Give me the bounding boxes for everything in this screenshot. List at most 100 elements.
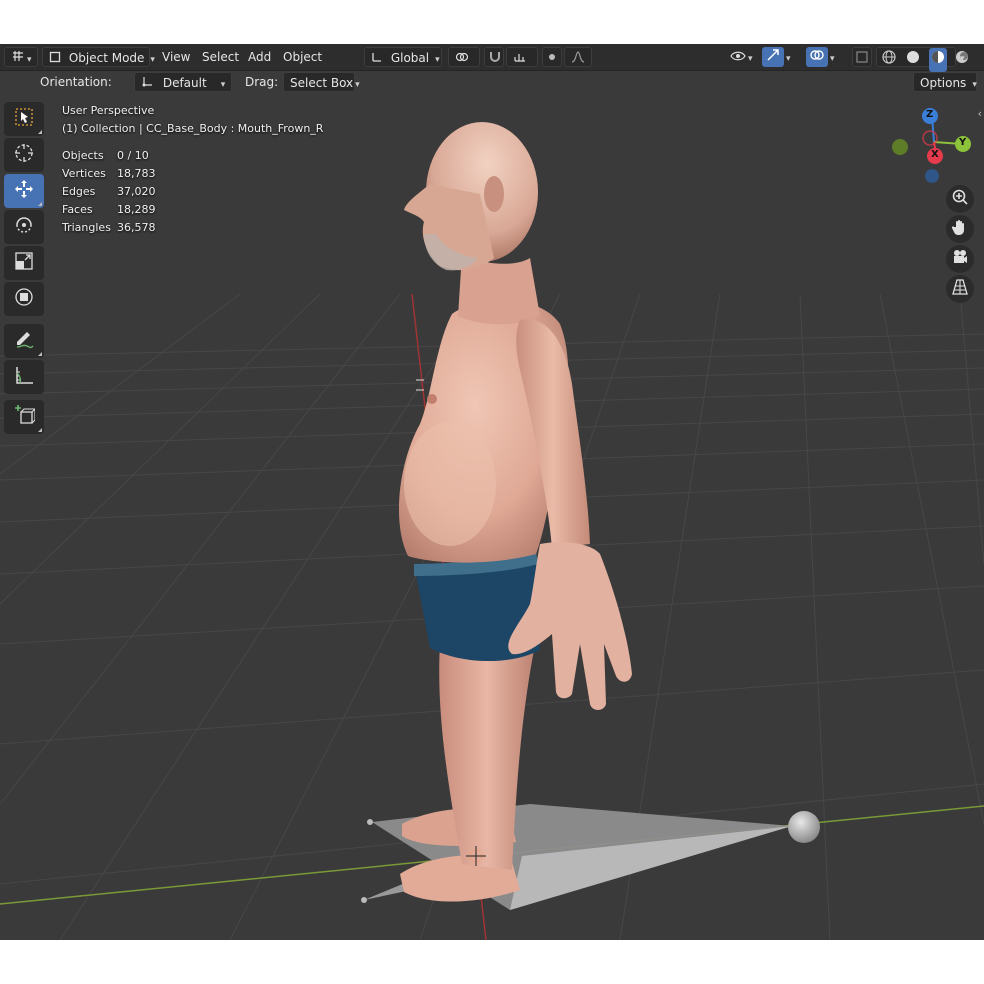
tool-transform[interactable] — [4, 282, 44, 316]
shading-mode-group — [876, 47, 969, 72]
scene-statistics: Objects 0 / 10 Vertices 18,783 Edges 37,020… — [62, 147, 323, 237]
options-dropdown[interactable]: Options ▾ — [913, 72, 977, 92]
overlay-options-dropdown[interactable]: ▾ — [828, 47, 842, 67]
sidebar-toggle-arrow[interactable]: ‹ — [978, 107, 982, 120]
viewport-header: ▾ Object Mode ▾ View Select Add Object Gl… — [0, 44, 984, 72]
tool-add-cube[interactable] — [4, 400, 44, 434]
menu-add[interactable]: Add — [242, 47, 277, 67]
rotate-icon — [13, 214, 35, 240]
orientation-label: Global — [390, 51, 430, 65]
tool-rotate[interactable] — [4, 210, 44, 244]
camera-view-button[interactable] — [946, 245, 974, 273]
stat-row: Triangles 36,578 — [62, 219, 323, 237]
tool-annotate[interactable] — [4, 324, 44, 358]
drag-field-label: Drag: — [245, 75, 279, 89]
mode-dropdown[interactable]: Object Mode ▾ — [42, 47, 155, 69]
annotate-icon — [13, 328, 35, 354]
stat-value: 36,578 — [117, 221, 156, 234]
stat-label: Faces — [62, 203, 93, 216]
orientation-dropdown[interactable]: Default ▾ — [134, 72, 232, 92]
gizmo-arrow-icon — [765, 47, 781, 69]
gizmo-x-label: X — [931, 149, 939, 160]
gizmo-neg-x — [922, 130, 938, 146]
tool-cursor[interactable] — [4, 138, 44, 172]
lamp-sphere — [788, 811, 820, 843]
scale-icon — [13, 250, 35, 276]
snap-toggle[interactable] — [484, 47, 504, 67]
stat-value: 18,783 — [117, 167, 156, 180]
select-box-icon — [13, 106, 35, 132]
tool-settings-header: Orientation: Default ▾ Drag: Select Box ▾ … — [0, 70, 984, 94]
proportional-falloff-dropdown[interactable] — [564, 47, 592, 67]
character-mesh — [398, 122, 632, 902]
blender-window: ▾ Object Mode ▾ View Select Add Object Gl… — [0, 44, 984, 940]
stat-value: 37,020 — [117, 185, 156, 198]
tool-move[interactable] — [4, 174, 44, 208]
orientation-field-label: Orientation: — [40, 75, 112, 89]
camera-icon — [951, 248, 969, 270]
overlay-circles-icon — [809, 47, 825, 69]
options-label: Options — [920, 76, 967, 90]
transform-orientation-dropdown[interactable]: Global ▾ — [364, 47, 442, 67]
stat-label: Objects — [62, 149, 104, 162]
tool-select-box[interactable] — [4, 102, 44, 136]
tool-measure[interactable] — [4, 360, 44, 394]
proportional-edit-toggle[interactable] — [542, 47, 562, 67]
pan-button[interactable] — [946, 215, 974, 243]
gizmo-y-label: Y — [959, 137, 967, 148]
navigation-gizmo[interactable]: Z Y X — [888, 102, 978, 192]
wireframe-shading-icon[interactable] — [881, 49, 897, 71]
zoom-icon — [951, 188, 969, 210]
stat-label: Vertices — [62, 167, 106, 180]
proportional-falloff-icon — [571, 49, 585, 69]
gizmo-z-label: Z — [926, 109, 934, 120]
collection-info: (1) Collection | CC_Base_Body : Mouth_Fr… — [62, 122, 324, 135]
snap-increment-icon — [513, 49, 527, 69]
pivot-point-dropdown[interactable] — [448, 47, 480, 67]
editor-type-button[interactable]: ▾ — [4, 47, 38, 67]
snap-target-dropdown[interactable] — [506, 47, 538, 67]
stat-row: Edges 37,020 — [62, 183, 323, 201]
perspective-toggle-button[interactable] — [946, 275, 974, 303]
gizmo-options-dropdown[interactable]: ▾ — [784, 47, 798, 67]
menu-view[interactable]: View — [156, 47, 196, 67]
stat-label: Triangles — [62, 221, 111, 234]
gizmo-toggle[interactable] — [762, 47, 784, 67]
orientation-axes-icon — [371, 49, 383, 69]
stat-label: Edges — [62, 185, 96, 198]
menu-object[interactable]: Object — [277, 47, 328, 67]
xray-toggle[interactable] — [852, 47, 872, 67]
stat-row: Objects 0 / 10 — [62, 147, 323, 165]
view-name: User Perspective — [62, 104, 155, 117]
object-mode-icon — [49, 49, 61, 69]
cursor-icon — [13, 142, 35, 168]
visibility-dropdown[interactable]: ▾ — [724, 47, 758, 67]
mode-label: Object Mode — [68, 51, 145, 65]
overlay-toggle[interactable] — [806, 47, 828, 67]
tool-scale[interactable] — [4, 246, 44, 280]
magnet-icon — [488, 49, 502, 69]
pivot-link-icon — [455, 49, 469, 69]
xray-square-icon — [856, 49, 868, 69]
grid-pencil-icon — [11, 49, 25, 69]
grid-perspective-icon — [951, 278, 969, 300]
solid-shading-icon[interactable] — [905, 49, 921, 71]
move-icon — [13, 178, 35, 204]
viewport-text-info: User Perspective (1) Collection | CC_Bas… — [62, 102, 323, 237]
transform-icon — [13, 286, 35, 312]
menu-select[interactable]: Select — [196, 47, 245, 67]
add-cube-icon — [13, 404, 36, 430]
gizmo-neg-y — [892, 139, 908, 155]
proportional-dot-icon — [546, 49, 558, 69]
stat-row: Faces 18,289 — [62, 201, 323, 219]
stat-value: 0 / 10 — [117, 149, 149, 162]
drag-value: Select Box — [290, 76, 354, 90]
hand-icon — [951, 218, 969, 240]
material-preview-shading-icon[interactable] — [928, 48, 947, 72]
gizmo-neg-z — [925, 169, 939, 183]
zoom-button[interactable] — [946, 185, 974, 213]
stat-row: Vertices 18,783 — [62, 165, 323, 183]
shading-options-dropdown[interactable]: ▾ — [958, 47, 972, 67]
drag-dropdown[interactable]: Select Box ▾ — [283, 72, 360, 92]
stat-value: 18,289 — [117, 203, 156, 216]
